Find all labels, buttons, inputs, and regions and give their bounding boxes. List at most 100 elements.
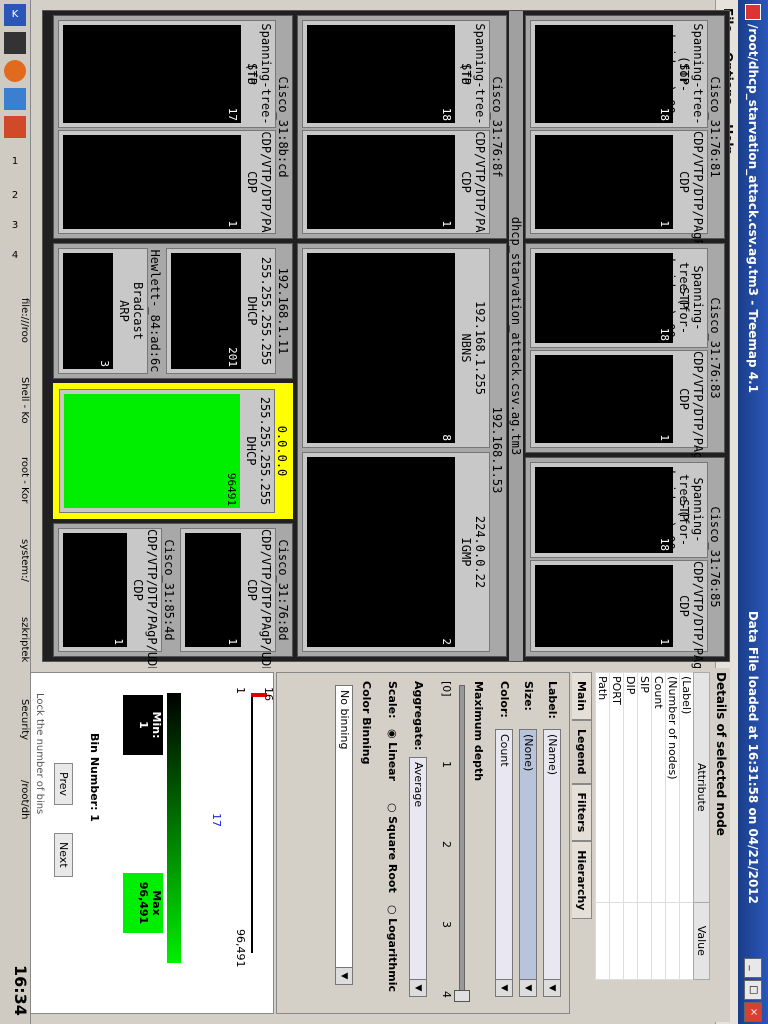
node-hp-label: Hewlett-_84:ad:6c	[148, 249, 162, 373]
size-select[interactable]: (None) ▼	[519, 729, 537, 997]
scale-radio-sqrt[interactable]: ○ Square Root	[386, 803, 399, 893]
node-cisco8d-4d[interactable]: Cisco_31:76:8d CDP/VTP/DTP/PAgP/UDLD CDP…	[53, 523, 293, 681]
label-select[interactable]: (Name) ▼	[543, 729, 561, 997]
maxdepth-caption: Maximum depth	[472, 681, 485, 782]
node-zero-selected[interactable]: 0.0.0.0 255.255.255.255 DHCP 96491	[53, 383, 293, 519]
leaf-cdp[interactable]: CDP/VTP/DTP/PAgP/UDLD CDP 1	[180, 528, 276, 681]
radio-icon[interactable]: ○	[386, 803, 399, 813]
aggregate-select[interactable]: Average ▼	[409, 757, 427, 997]
details-panel: Details of selected node Attribute Value…	[595, 672, 728, 1016]
tab-filters[interactable]: Filters	[572, 783, 592, 842]
radio-checked-icon[interactable]: ◉	[386, 729, 399, 739]
leaf-cdp[interactable]: CDP/VTP/DTP/PAgP/UDLD CDP 1	[58, 528, 162, 681]
status-text: Data File loaded at 16:31:58 on 04/21/20…	[746, 610, 760, 904]
firefox-icon[interactable]	[4, 60, 26, 82]
node-cisco85[interactable]: Cisco_31:76:85 Spanning-tree-(for-bridge…	[525, 457, 725, 713]
editor-icon[interactable]	[4, 116, 26, 138]
node-cisco4d-label: Cisco_31:85:4d	[162, 539, 176, 641]
task-root[interactable]: root - Kor	[0, 450, 30, 510]
tab-strip: MainLegendFiltersHierarchy	[570, 672, 592, 920]
leaf-stp[interactable]: Spanning-tree-(for-bridges)_00 STP 18	[530, 20, 708, 128]
leaf-cdp[interactable]: CDP/VTP/DTP/PAgP/UDLD CDP 1	[530, 350, 708, 503]
chevron-down-icon[interactable]: ▼	[520, 979, 536, 996]
radio-icon[interactable]: ○	[386, 905, 399, 915]
minimize-icon[interactable]: _	[744, 958, 762, 978]
clock: 16:34	[11, 964, 30, 1016]
treemap-canvas[interactable]: dhcp_starvation_attack.csv.ag.tm3 Cisco_…	[42, 10, 730, 713]
lock-bins-note: Lock the number of bins	[34, 693, 45, 815]
desktop-2[interactable]: 2	[0, 190, 30, 201]
task-treemap[interactable]: /root/dh	[0, 770, 30, 830]
leaf-cdp[interactable]: CDP/VTP/DTP/PA CDP 1	[302, 130, 490, 234]
leaf-stp[interactable]: Spanning-tree-(fo STP 17	[58, 20, 276, 128]
terminal-icon[interactable]	[4, 32, 26, 54]
table-row[interactable]: SIP	[637, 672, 652, 980]
leaf-dhcp[interactable]: 255.255.255.255 DHCP 201	[166, 248, 276, 374]
tab-main[interactable]: Main	[572, 672, 592, 720]
node-cisco8bcd[interactable]: Cisco_31:8b:cd Spanning-tree-(fo STP 17 …	[53, 15, 293, 239]
color-select[interactable]: Count ▼	[495, 729, 513, 997]
legend-min-box: Min: 1	[123, 695, 163, 755]
leaf-stp[interactable]: Spanning-tree-(for-bridges)_00 STP 18	[530, 248, 708, 348]
task-system[interactable]: system:/	[0, 530, 30, 590]
binning-select[interactable]: No binning ▼	[335, 685, 353, 985]
chevron-down-icon[interactable]: ▼	[496, 979, 512, 996]
leaf-nbns[interactable]: 192.168.1.255 NBNS 8	[302, 248, 490, 448]
maxdepth-slider[interactable]	[454, 685, 470, 1002]
close-icon[interactable]: ×	[744, 1002, 762, 1022]
table-row[interactable]: (Number of nodes)	[665, 672, 680, 980]
node-cisco83[interactable]: Cisco_31:76:83 Spanning-tree-(for-bridge…	[525, 243, 725, 503]
desktop-3[interactable]: 3	[0, 220, 30, 231]
node-cisco81[interactable]: Cisco_31:76:81 Spanning-tree-(for-bridge…	[525, 15, 725, 283]
task-security[interactable]: Security	[0, 690, 30, 750]
globe-icon[interactable]	[4, 88, 26, 110]
node-ip11[interactable]: 192.168.1.11 255.255.255.255 DHCP 201 He…	[53, 243, 293, 379]
label-caption: Label:	[546, 681, 559, 719]
table-row[interactable]: PORT	[609, 672, 624, 980]
aggregate-caption: Aggregate:	[412, 681, 425, 751]
scale-caption: Scale:	[386, 681, 399, 719]
leaf-dhcp-selected[interactable]: 255.255.255.255 DHCP 96491	[59, 389, 275, 513]
chevron-down-icon[interactable]: ▼	[410, 979, 426, 996]
tab-legend[interactable]: Legend	[572, 719, 592, 784]
node-ip53[interactable]: 192.168.1.53 192.168.1.255 NBNS 8 224.0.…	[297, 243, 507, 657]
chevron-down-icon[interactable]: ▼	[544, 979, 560, 996]
task-szkriptek[interactable]: szkriptek	[0, 610, 30, 670]
leaf-cdp[interactable]: CDP/VTP/DTP/PAgP/UDLD CDP 1	[530, 560, 708, 713]
leaf-cdp[interactable]: CDP/VTP/DTP/PAgP/UDLD CDP 1	[530, 130, 708, 283]
leaf-stp[interactable]: Spanning-tree-(fo STP 18	[302, 20, 490, 128]
desktop-1[interactable]: 1	[0, 156, 30, 167]
treemap-window: /root/dhcp_starvation_attack.csv.ag.tm3 …	[0, 0, 768, 1024]
size-caption: Size:	[522, 681, 535, 711]
scale-radio-linear[interactable]: ◉ Linear	[386, 729, 399, 781]
table-row[interactable]: (Label)	[679, 672, 694, 980]
kde-menu-icon[interactable]: K	[4, 4, 26, 26]
desktop-4[interactable]: 4	[0, 250, 30, 261]
legend-axis	[251, 693, 253, 953]
column-header[interactable]: Value	[693, 902, 710, 980]
details-table[interactable]: Attribute Value (Label) (Number of nodes…	[595, 672, 710, 980]
app-icon[interactable]	[745, 4, 761, 20]
color-legend: 16 1 17 96,491 Min: 1 Max 96,491 Bin Num…	[2, 672, 274, 1014]
task-file[interactable]: file:///roo	[0, 290, 30, 350]
leaf-arp[interactable]: Bradcast ARP 3	[58, 248, 148, 374]
table-row[interactable]: Count	[651, 672, 666, 980]
scale-radio-log[interactable]: ○ Logarithmic	[386, 905, 399, 992]
title-bar[interactable]: /root/dhcp_starvation_attack.csv.ag.tm3 …	[738, 0, 768, 1024]
table-row[interactable]: DIP	[623, 672, 638, 980]
maximize-icon[interactable]: □	[744, 980, 762, 1000]
leaf-stp[interactable]: Spanning-tree-(for-bridges)_00 STP 18	[530, 462, 708, 558]
table-row[interactable]: Path	[595, 672, 610, 980]
chevron-down-icon[interactable]: ▼	[336, 967, 352, 984]
color-caption: Color:	[498, 681, 511, 718]
next-button[interactable]: Next	[54, 833, 73, 877]
prev-button[interactable]: Prev	[54, 763, 73, 805]
column-header[interactable]: Attribute	[693, 672, 710, 903]
leaf-cdp[interactable]: CDP/VTP/DTP/PA CDP 1	[58, 130, 276, 234]
node-cisco8f[interactable]: Cisco_31:76:8f Spanning-tree-(fo STP 18 …	[297, 15, 507, 239]
tab-hierarchy[interactable]: Hierarchy	[572, 841, 592, 920]
slider-handle[interactable]	[454, 990, 470, 1002]
task-shell[interactable]: Shell - Ko	[0, 370, 30, 430]
leaf-igmp[interactable]: 224.0.0.22 IGMP 2	[302, 452, 490, 652]
taskbar: K 1 2 3 4 file:///roo Shell - Ko root - …	[0, 0, 31, 1024]
